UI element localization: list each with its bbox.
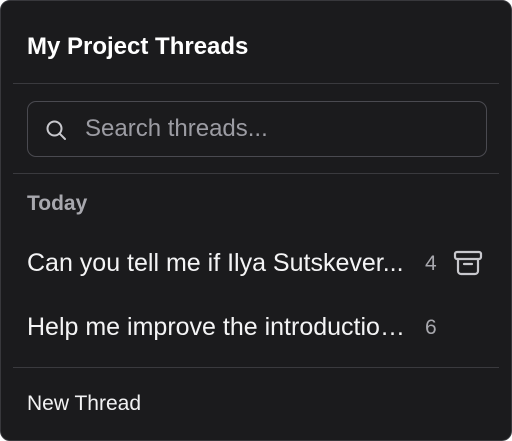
threads-panel: My Project Threads Today Can you tell me…: [0, 0, 512, 441]
thread-item[interactable]: Can you tell me if Ilya Sutskever... 4: [1, 236, 511, 290]
thread-item[interactable]: Help me improve the introduction... 6: [1, 300, 511, 354]
search-icon: [46, 120, 66, 140]
header-divider: [13, 83, 499, 84]
footer-divider: [13, 367, 499, 368]
search-input[interactable]: [85, 102, 475, 156]
panel-title: My Project Threads: [27, 33, 249, 60]
thread-message-count: 6: [425, 316, 437, 339]
thread-title[interactable]: Help me improve the introduction...: [27, 312, 407, 342]
new-thread-button[interactable]: New Thread: [27, 391, 141, 417]
thread-message-count: 4: [425, 252, 437, 275]
search-box[interactable]: [27, 101, 487, 157]
archive-icon[interactable]: [453, 249, 483, 277]
section-label-today: Today: [27, 192, 88, 215]
thread-title[interactable]: Can you tell me if Ilya Sutskever...: [27, 248, 407, 278]
search-divider: [13, 173, 499, 174]
